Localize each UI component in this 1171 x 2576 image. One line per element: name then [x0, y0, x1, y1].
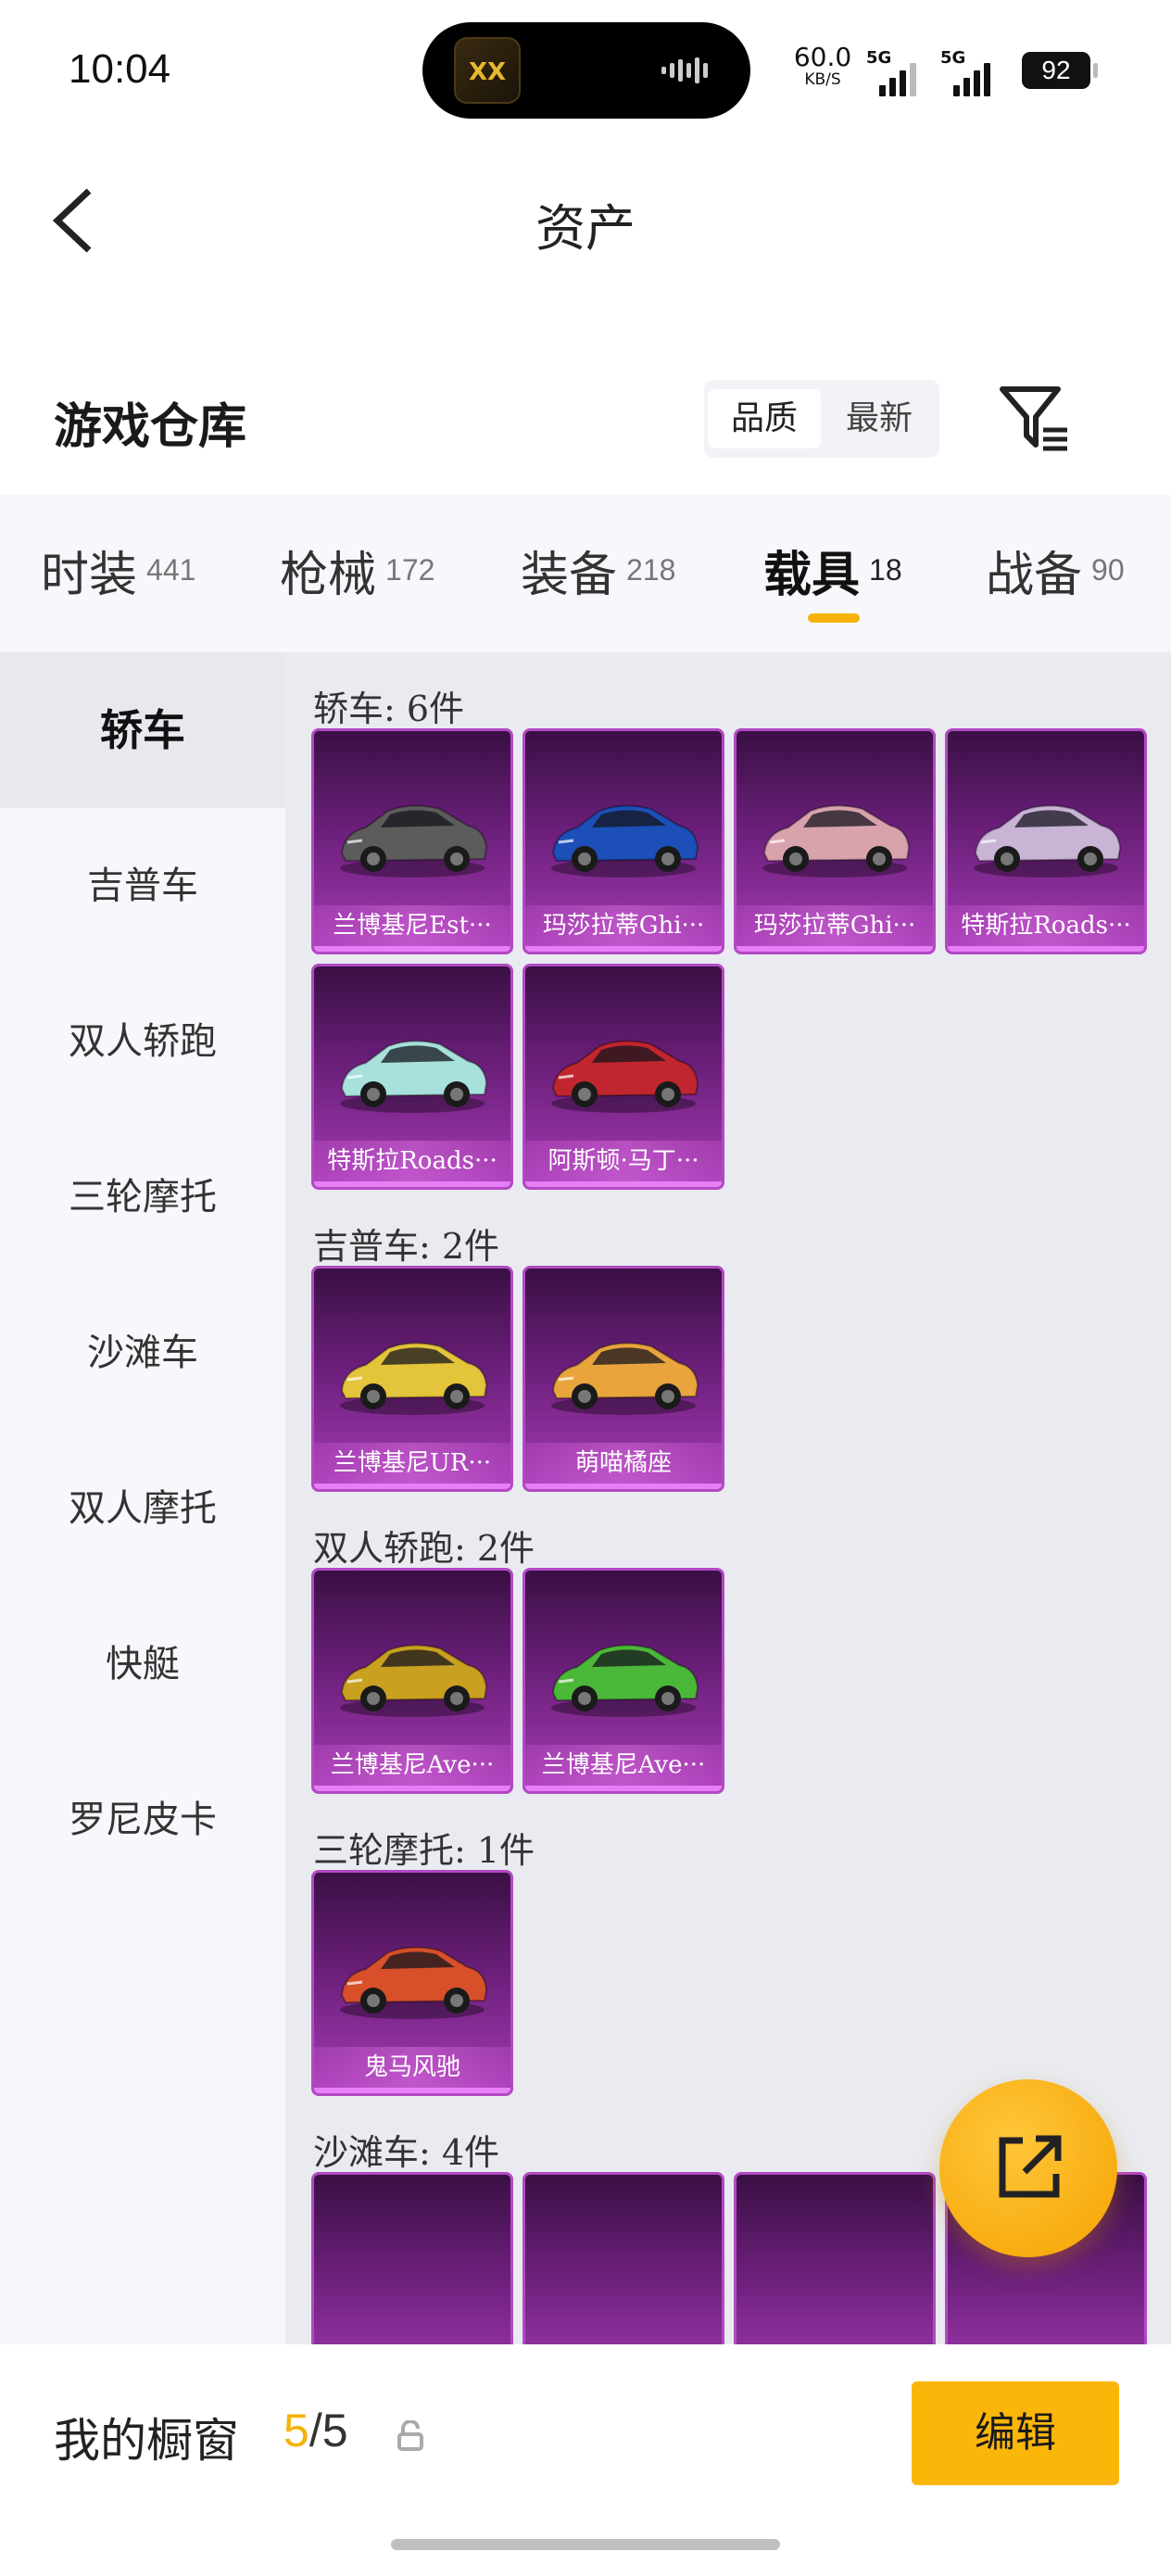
- tab-equipment[interactable]: 装备 218: [521, 536, 675, 610]
- rarity-bar: [525, 1786, 722, 1791]
- status-bar: 10:04 XX 60.0 KB/S 5G 5G 92: [0, 0, 1171, 139]
- vehicle-image: [551, 804, 699, 878]
- vehicle-card[interactable]: [311, 2172, 513, 2344]
- rarity-bar: [314, 1484, 510, 1489]
- vehicle-card[interactable]: 兰博基尼Est···: [311, 728, 513, 954]
- vehicle-name: 鬼马风驰: [314, 2047, 510, 2088]
- vehicle-name: 玛莎拉蒂Ghi···: [737, 905, 933, 946]
- sidebar-item-motorbike[interactable]: 双人摩托: [0, 1431, 285, 1586]
- vehicle-card[interactable]: 玛莎拉蒂Ghi···: [734, 728, 936, 954]
- page-title: 资产: [535, 199, 636, 258]
- vehicle-type-sidebar: 轿车 吉普车 双人轿跑 三轮摩托 沙滩车 双人摩托 快艇 罗尼皮卡: [0, 652, 285, 2344]
- vehicle-card[interactable]: 萌喵橘座: [523, 1266, 724, 1492]
- showcase-count: 5/5: [283, 2405, 348, 2456]
- showcase-label: 我的橱窗: [54, 2414, 239, 2468]
- edit-button[interactable]: 编辑: [912, 2381, 1119, 2485]
- vehicle-card[interactable]: 兰博基尼UR···: [311, 1266, 513, 1492]
- vehicle-card[interactable]: 特斯拉Roads···: [311, 964, 513, 1190]
- vehicle-name: 兰博基尼Ave···: [314, 1745, 510, 1786]
- vehicle-name: 阿斯顿·马丁···: [525, 1141, 722, 1181]
- section-label: 沙滩车: 4件: [313, 2132, 500, 2173]
- vehicle-card[interactable]: [734, 2172, 936, 2344]
- sort-quality-button[interactable]: 品质: [708, 389, 821, 448]
- rarity-bar: [314, 1786, 510, 1791]
- sidebar-item-pickup[interactable]: 罗尼皮卡: [0, 1742, 285, 1898]
- sort-latest-button[interactable]: 最新: [823, 389, 936, 448]
- vehicle-name: 特斯拉Roads···: [314, 1141, 510, 1181]
- vehicle-image: [551, 1342, 699, 1415]
- rarity-bar: [525, 1484, 722, 1489]
- audio-wave-icon: [661, 57, 708, 83]
- vehicle-name: 玛莎拉蒂Ghi···: [525, 905, 722, 946]
- island-app-thumbnail: XX: [454, 37, 521, 104]
- share-external-icon: [999, 2135, 1062, 2198]
- vehicle-image: [340, 804, 488, 878]
- sidebar-item-jeep[interactable]: 吉普车: [0, 808, 285, 964]
- rarity-bar: [314, 1181, 510, 1187]
- tab-fashion[interactable]: 时装 441: [41, 536, 195, 610]
- status-time: 10:04: [69, 46, 171, 92]
- sidebar-item-coupe[interactable]: 双人轿跑: [0, 964, 285, 1119]
- vehicle-name: 兰博基尼UR···: [314, 1443, 510, 1484]
- vehicle-card[interactable]: 特斯拉Roads···: [945, 728, 1147, 954]
- page-header: 资产: [0, 139, 1171, 297]
- vehicle-image: [340, 1644, 488, 1717]
- vehicle-name: 萌喵橘座: [525, 1443, 722, 1484]
- vehicle-image: [551, 1040, 699, 1113]
- vehicle-card[interactable]: 鬼马风驰: [311, 1870, 513, 2096]
- dynamic-island[interactable]: XX: [422, 22, 750, 119]
- sidebar-item-sedan[interactable]: 轿车: [0, 652, 285, 808]
- vehicle-name: 兰博基尼Ave···: [525, 1745, 722, 1786]
- vehicle-image: [340, 1342, 488, 1415]
- vehicle-name: 特斯拉Roads···: [948, 905, 1144, 946]
- rarity-bar: [314, 946, 510, 952]
- vehicle-image: [762, 804, 911, 878]
- sidebar-item-speedboat[interactable]: 快艇: [0, 1586, 285, 1742]
- vehicle-card[interactable]: 兰博基尼Ave···: [523, 1568, 724, 1794]
- section-label: 双人轿跑: 2件: [313, 1528, 535, 1569]
- section-label: 三轮摩托: 1件: [313, 1830, 535, 1871]
- vehicle-card[interactable]: 兰博基尼Ave···: [311, 1568, 513, 1794]
- vehicle-image: [974, 804, 1122, 878]
- sidebar-item-buggy[interactable]: 沙滩车: [0, 1275, 285, 1431]
- filter-icon[interactable]: [997, 380, 1071, 458]
- rarity-bar: [525, 946, 722, 952]
- section-label: 吉普车: 2件: [313, 1226, 500, 1267]
- category-tabs: 时装 441 枪械 172 装备 218 载具 18 战备 90: [0, 495, 1171, 652]
- active-tab-indicator: [808, 613, 860, 623]
- tab-vehicles[interactable]: 载具 18: [763, 536, 902, 610]
- vehicle-card[interactable]: 阿斯顿·马丁···: [523, 964, 724, 1190]
- network-speed: 60.0 KB/S: [793, 42, 852, 90]
- warehouse-title: 游戏仓库: [54, 398, 247, 455]
- vehicle-image: [340, 1946, 488, 2019]
- home-indicator[interactable]: [391, 2539, 780, 2550]
- rarity-bar: [948, 946, 1144, 952]
- vehicle-card[interactable]: 玛莎拉蒂Ghi···: [523, 728, 724, 954]
- sidebar-item-trike[interactable]: 三轮摩托: [0, 1119, 285, 1275]
- lock-icon: [397, 2420, 423, 2451]
- vehicle-name: 兰博基尼Est···: [314, 905, 510, 946]
- rarity-bar: [314, 2088, 510, 2093]
- vehicle-image: [340, 1040, 488, 1113]
- tab-supplies[interactable]: 战备 90: [986, 536, 1125, 610]
- section-label: 轿车: 6件: [313, 688, 465, 729]
- vehicle-card[interactable]: [523, 2172, 724, 2344]
- rarity-bar: [525, 1181, 722, 1187]
- sort-toggle: 品质 最新: [704, 380, 939, 458]
- vehicle-image: [551, 1644, 699, 1717]
- share-button[interactable]: [939, 2079, 1117, 2257]
- rarity-bar: [737, 946, 933, 952]
- tab-firearms[interactable]: 枪械 172: [280, 536, 434, 610]
- battery-indicator: 92: [1022, 52, 1098, 89]
